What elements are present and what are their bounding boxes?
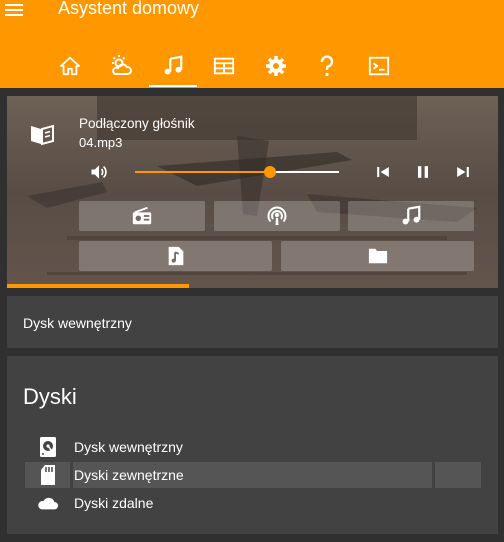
app-title: Asystent domowy bbox=[58, 0, 200, 18]
menu-icon bbox=[5, 4, 23, 16]
volume-slider-fill bbox=[135, 171, 270, 173]
tab-help[interactable] bbox=[304, 44, 350, 88]
volume-slider[interactable] bbox=[135, 166, 339, 178]
row-divider bbox=[432, 462, 435, 488]
disk-item-remote[interactable]: Dyski zdalne bbox=[25, 490, 481, 516]
weather-icon bbox=[112, 55, 132, 75]
radio-source-button[interactable] bbox=[79, 201, 205, 231]
volume-slider-knob[interactable] bbox=[263, 166, 276, 178]
next-button[interactable] bbox=[453, 162, 473, 187]
console-icon bbox=[368, 56, 390, 76]
pause-icon bbox=[418, 166, 428, 178]
volume-button[interactable] bbox=[89, 162, 109, 187]
radio-icon bbox=[132, 206, 152, 225]
disk-item-label: Dysk wewnętrzny bbox=[74, 439, 183, 455]
music-source-button[interactable] bbox=[348, 201, 474, 231]
app-bar: Asystent domowy bbox=[0, 0, 504, 88]
settings-icon bbox=[266, 56, 286, 76]
menu-button[interactable] bbox=[4, 0, 26, 20]
speaker-name: Podłączony głośnik bbox=[79, 116, 195, 131]
sd-card-icon bbox=[41, 465, 55, 485]
calendar-icon bbox=[213, 57, 235, 75]
music-file-source-button[interactable] bbox=[79, 241, 272, 271]
podcast-source-button[interactable] bbox=[214, 201, 340, 231]
disk-item-label: Dyski zewnętrzne bbox=[74, 467, 184, 483]
music-note-icon bbox=[402, 205, 421, 225]
disks-card: Dyski Dysk wewnętrzny Dyski zewnętrzne D… bbox=[7, 356, 498, 534]
tab-console[interactable] bbox=[356, 44, 402, 88]
skip-previous-icon bbox=[377, 167, 389, 177]
previous-button[interactable] bbox=[373, 162, 393, 187]
skip-next-icon bbox=[457, 167, 469, 177]
pause-button[interactable] bbox=[413, 162, 433, 187]
row-divider bbox=[70, 462, 73, 488]
tab-bar bbox=[0, 44, 504, 88]
player-card: Podłączony głośnik 04.mp3 bbox=[7, 96, 498, 288]
tab-settings[interactable] bbox=[253, 44, 299, 88]
podcast-icon bbox=[267, 206, 287, 225]
tab-home[interactable] bbox=[47, 44, 93, 88]
folder-source-button[interactable] bbox=[281, 241, 474, 271]
home-icon bbox=[59, 56, 81, 76]
volume-icon bbox=[91, 165, 107, 179]
playback-progress-bar[interactable] bbox=[7, 284, 189, 288]
tab-calendar[interactable] bbox=[201, 44, 247, 88]
current-source-card[interactable]: Dysk wewnętrzny bbox=[7, 296, 498, 348]
music-note-icon bbox=[164, 55, 183, 75]
cloud-icon bbox=[38, 497, 59, 510]
tab-music[interactable] bbox=[150, 44, 196, 88]
disks-title: Dyski bbox=[23, 384, 77, 409]
disk-item-external[interactable]: Dyski zewnętrzne bbox=[25, 462, 481, 488]
hard-disk-icon bbox=[40, 437, 56, 457]
tab-weather[interactable] bbox=[98, 44, 144, 88]
tab-active-indicator bbox=[149, 85, 197, 87]
speaker-icon bbox=[31, 124, 54, 146]
current-source-label: Dysk wewnętrzny bbox=[23, 315, 132, 331]
track-name: 04.mp3 bbox=[79, 135, 123, 150]
folder-icon bbox=[368, 248, 387, 264]
help-icon bbox=[320, 55, 334, 77]
music-file-icon bbox=[168, 246, 183, 266]
disk-item-internal[interactable]: Dysk wewnętrzny bbox=[25, 434, 481, 460]
disk-item-label: Dyski zdalne bbox=[74, 495, 154, 511]
